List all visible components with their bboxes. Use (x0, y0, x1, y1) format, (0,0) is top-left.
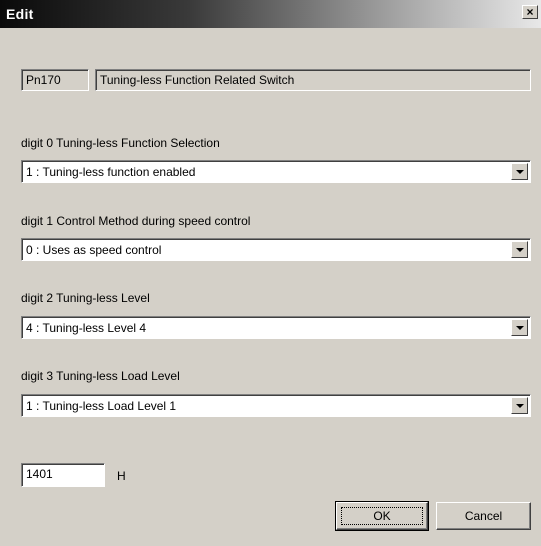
digit-1-selected-value: 0 : Uses as speed control (26, 243, 162, 257)
digit-3-selected-value: 1 : Tuning-less Load Level 1 (26, 399, 177, 413)
edit-dialog: Edit × Pn170 Tuning-less Function Relate… (0, 0, 541, 546)
digit-0-label: digit 0 Tuning-less Function Selection (21, 136, 220, 150)
ok-button-label: OK (373, 509, 391, 523)
parameter-name: Tuning-less Function Related Switch (95, 69, 531, 91)
hex-value-input[interactable]: 1401 (21, 463, 105, 487)
close-icon: × (526, 5, 534, 19)
digit-0-selected-value: 1 : Tuning-less function enabled (26, 165, 196, 179)
digit-2-select[interactable]: 4 : Tuning-less Level 4 (21, 316, 531, 339)
dialog-title: Edit (6, 6, 34, 22)
chevron-down-icon[interactable] (511, 319, 528, 336)
cancel-button[interactable]: Cancel (436, 502, 531, 530)
chevron-down-icon[interactable] (511, 397, 528, 414)
title-bar[interactable]: Edit × (0, 0, 541, 28)
digit-3-select[interactable]: 1 : Tuning-less Load Level 1 (21, 394, 531, 417)
ok-button[interactable]: OK (335, 501, 429, 531)
digit-3-label: digit 3 Tuning-less Load Level (21, 369, 180, 383)
hex-suffix-label: H (117, 469, 126, 483)
digit-2-selected-value: 4 : Tuning-less Level 4 (26, 321, 147, 335)
close-button[interactable]: × (522, 5, 538, 19)
cancel-button-label: Cancel (464, 509, 503, 523)
digit-0-select[interactable]: 1 : Tuning-less function enabled (21, 160, 531, 183)
chevron-down-icon[interactable] (511, 241, 528, 258)
digit-1-label: digit 1 Control Method during speed cont… (21, 214, 251, 228)
digit-2-label: digit 2 Tuning-less Level (21, 291, 150, 305)
chevron-down-icon[interactable] (511, 163, 528, 180)
parameter-number: Pn170 (21, 69, 89, 91)
digit-1-select[interactable]: 0 : Uses as speed control (21, 238, 531, 261)
